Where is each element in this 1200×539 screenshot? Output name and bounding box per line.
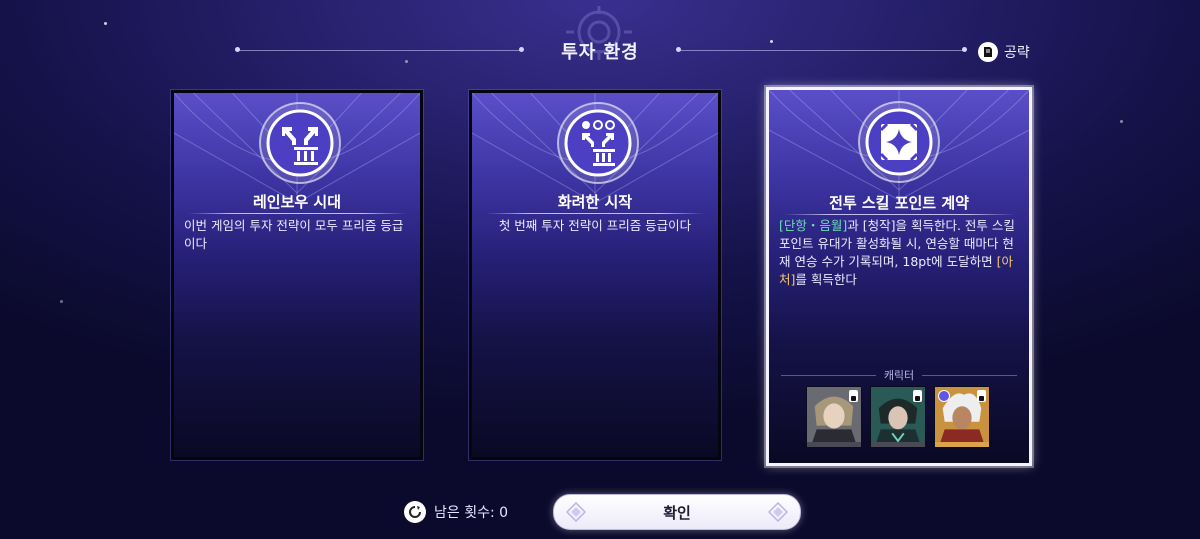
characters-section: 캐릭터 xyxy=(781,368,1017,382)
sparkle-diamond-icon xyxy=(858,101,940,183)
refresh-icon xyxy=(404,501,426,523)
diamond-deco-icon xyxy=(768,502,788,522)
character-rarity-bar xyxy=(871,442,925,447)
confirm-button[interactable]: 확인 xyxy=(553,494,801,530)
background-star xyxy=(770,40,773,43)
header-dot-right xyxy=(962,47,967,52)
header-line-left xyxy=(238,50,522,51)
path-badge-icon xyxy=(913,390,922,402)
confirm-label: 확인 xyxy=(663,503,691,522)
retries-label: 남은 횟수: 0 xyxy=(434,505,509,521)
card-divider xyxy=(783,214,1015,215)
path-badge-icon xyxy=(849,390,858,402)
card-divider xyxy=(486,213,704,214)
characters-label: 캐릭터 xyxy=(883,369,915,382)
guide-button[interactable]: 공략 xyxy=(978,41,1030,63)
card-divider xyxy=(188,213,406,214)
path-badge-icon xyxy=(977,390,986,402)
guide-label: 공략 xyxy=(1004,45,1030,61)
background-star xyxy=(104,22,107,25)
character-rarity-bar xyxy=(807,442,861,447)
highlight-characters-a: [단항・음월] xyxy=(779,218,848,233)
card-description: 이번 게임의 투자 전략이 모두 프리즘 등급이다 xyxy=(184,218,404,251)
card-title: 레인보우 시대 xyxy=(252,193,342,211)
character-card[interactable] xyxy=(934,386,990,448)
character-rarity-bar xyxy=(935,442,989,447)
characters-rule-right xyxy=(922,374,1017,376)
background-star xyxy=(405,60,408,63)
card-rainbow-era[interactable]: 레인보우 시대 이번 게임의 투자 전략이 모두 프리즘 등급이다 xyxy=(170,89,424,461)
card-brilliant-start[interactable]: 화려한 시작 첫 번째 투자 전략이 프리즘 등급이다 xyxy=(468,89,722,461)
card-title: 전투 스킬 포인트 계약 xyxy=(829,194,969,212)
page-title: 투자 환경 xyxy=(561,42,639,63)
card-description: [단항・음월]과 [청작]을 획득한다. 전투 스킬 포인트 유대가 활성화될 … xyxy=(779,217,1019,289)
background-star xyxy=(1120,120,1123,123)
card-battle-skill-point-contract[interactable]: 전투 스킬 포인트 계약 [단항・음월]과 [청작]을 획득한다. 전투 스킬 … xyxy=(764,85,1034,468)
characters-rule-left xyxy=(781,374,876,376)
diamond-deco-icon xyxy=(566,502,586,522)
character-card[interactable] xyxy=(870,386,926,448)
character-card[interactable] xyxy=(806,386,862,448)
card-title: 화려한 시작 xyxy=(557,193,633,211)
background-star xyxy=(60,300,63,303)
description-text-d: 를 획득한다 xyxy=(795,272,857,287)
header-dot-left-inner xyxy=(519,47,524,52)
header-line-right xyxy=(678,50,964,51)
character-list xyxy=(806,386,990,448)
book-icon xyxy=(978,42,998,62)
retries-indicator: 남은 횟수: 0 xyxy=(404,501,508,523)
card-description: 첫 번째 투자 전략이 프리즘 등급이다 xyxy=(498,218,692,233)
dots-branch-tier-three-icon xyxy=(557,102,639,184)
clock-icon xyxy=(938,390,950,402)
branch-tier-three-icon xyxy=(259,102,341,184)
